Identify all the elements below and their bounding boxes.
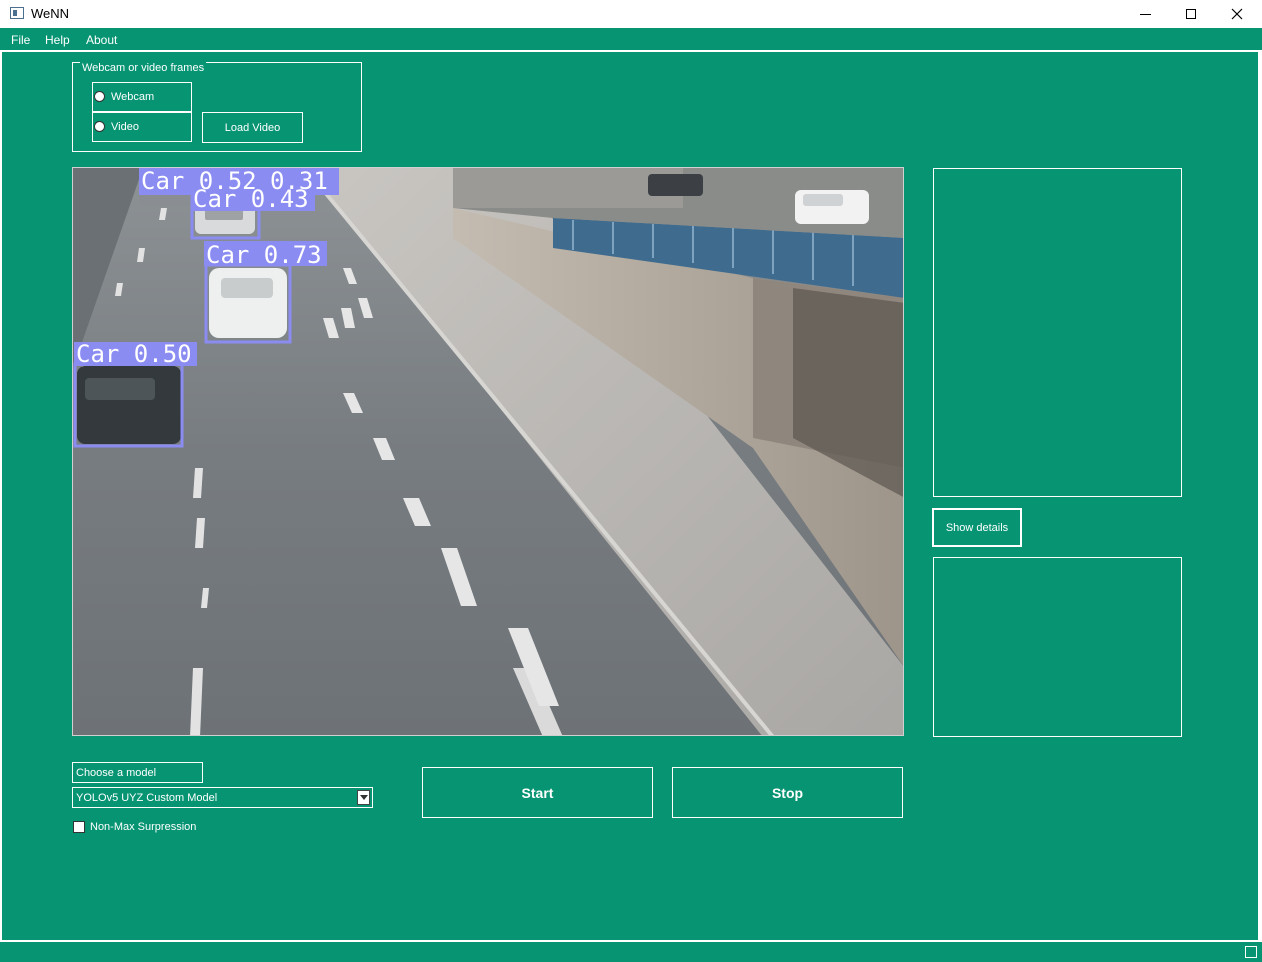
model-select-value: YOLOv5 UYZ Custom Model: [76, 792, 218, 804]
minimize-button[interactable]: [1122, 0, 1168, 28]
video-radio-circle[interactable]: [94, 121, 105, 132]
size-grip[interactable]: [1245, 946, 1257, 958]
webcam-radio[interactable]: Webcam: [92, 82, 192, 112]
menu-about[interactable]: About: [86, 33, 117, 47]
details-panel-bottom: [933, 557, 1182, 737]
detection-label: Car 0.50: [76, 340, 192, 368]
video-display: Car 0.50 Car 0.73 Car 0.43 Car 0.52 0.31: [72, 167, 904, 736]
webcam-radio-circle[interactable]: [94, 91, 105, 102]
source-groupbox-title: Webcam or video frames: [80, 61, 207, 75]
minimize-icon: [1139, 13, 1151, 15]
nms-checkbox-label: Non-Max Surpression: [90, 821, 197, 833]
maximize-button[interactable]: [1168, 0, 1214, 28]
detection-label: 0.31: [270, 168, 328, 195]
choose-model-label: Choose a model: [72, 762, 203, 783]
status-bar: [0, 942, 1262, 962]
menu-file[interactable]: File: [11, 33, 30, 47]
start-button[interactable]: Start: [422, 767, 653, 818]
webcam-radio-label: Webcam: [111, 91, 155, 103]
maximize-icon: [1186, 9, 1196, 19]
window-title: WeNN: [31, 6, 70, 21]
title-bar: WeNN: [0, 0, 1262, 28]
stop-button[interactable]: Stop: [672, 767, 903, 818]
chevron-down-icon[interactable]: [357, 790, 370, 805]
menu-bar: File Help About: [0, 28, 1262, 52]
close-icon: [1231, 8, 1243, 20]
app-icon: [10, 7, 24, 19]
menu-help[interactable]: Help: [45, 33, 70, 47]
details-panel-top: [933, 168, 1182, 497]
model-select[interactable]: YOLOv5 UYZ Custom Model: [72, 787, 373, 808]
load-video-button[interactable]: Load Video: [202, 112, 303, 143]
show-details-button[interactable]: Show details: [932, 508, 1022, 547]
detection-label: Car 0.73: [206, 241, 322, 269]
video-radio-label: Video: [111, 121, 139, 133]
detection-label: Car 0.52: [141, 168, 257, 195]
video-radio[interactable]: Video: [92, 112, 192, 142]
close-button[interactable]: [1214, 0, 1260, 28]
video-frame-image: Car 0.50 Car 0.73 Car 0.43 Car 0.52 0.31: [73, 168, 903, 735]
nms-checkbox[interactable]: [73, 821, 85, 833]
